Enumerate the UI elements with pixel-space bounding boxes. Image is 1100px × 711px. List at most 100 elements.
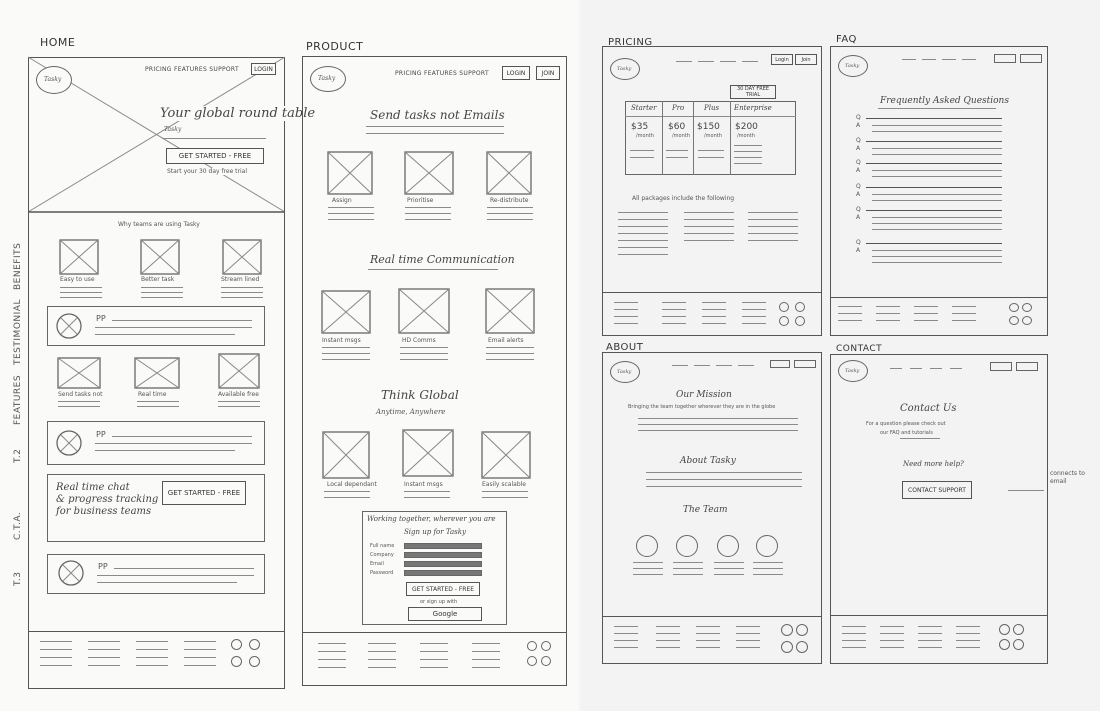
social-icon[interactable]	[1022, 316, 1032, 325]
contact-login-button[interactable]	[990, 362, 1012, 371]
plan-price: $35	[631, 122, 649, 132]
home-logo-text: Tasky	[44, 76, 62, 83]
social-icon[interactable]	[795, 316, 805, 326]
product-r3-label-2: Instant msgs	[404, 481, 443, 488]
social-icon[interactable]	[1022, 303, 1032, 312]
faq-q-label: Q	[856, 114, 861, 121]
signup-title: Working together, wherever you are	[367, 515, 496, 523]
faq-a-label: A	[856, 214, 861, 221]
social-icon[interactable]	[779, 302, 789, 312]
social-icon[interactable]	[249, 656, 260, 667]
google-signup-button[interactable]: Google	[408, 607, 482, 621]
plan-period: /month	[636, 133, 654, 139]
home-cta-button[interactable]: GET STARTED - FREE	[166, 148, 264, 164]
product-r2-label-1: Instant msgs	[322, 337, 361, 344]
home-cta-note: Start your 30 day free trial	[167, 168, 248, 175]
free-trial-badge[interactable]: 30 DAY FREE TRIAL	[730, 85, 776, 99]
email-field[interactable]	[404, 561, 482, 567]
faq-page-label: FAQ	[836, 34, 857, 45]
contact-text-1: For a question please check out	[866, 421, 946, 427]
social-icon[interactable]	[796, 624, 808, 636]
faq-q-label: Q	[856, 159, 861, 166]
about-tasky-title: About Tasky	[680, 456, 736, 466]
social-icon[interactable]	[1013, 639, 1024, 650]
social-icon[interactable]	[781, 641, 793, 653]
about-mission-title: Our Mission	[676, 390, 732, 400]
social-icon[interactable]	[1013, 624, 1024, 635]
password-field[interactable]	[404, 570, 482, 576]
testimonial-avatar-icon	[56, 313, 82, 339]
team-avatar	[756, 535, 778, 557]
home-cta-block-button[interactable]: GET STARTED - FREE	[162, 481, 246, 505]
about-team-title: The Team	[683, 505, 728, 515]
signup-subtitle: Sign up for Tasky	[404, 528, 466, 536]
social-icon[interactable]	[796, 641, 808, 653]
product-r1-label-3: Re-distribute	[490, 197, 529, 204]
left-sketch-sheet: HOME Tasky PRICING FEATURES SUPPORT LOGI…	[0, 0, 578, 711]
home-login-button[interactable]: LOGIN	[251, 63, 276, 75]
plan-price: $200	[735, 122, 758, 132]
signup-button[interactable]: GET STARTED - FREE	[406, 582, 480, 596]
company-field[interactable]	[404, 552, 482, 558]
benefit-label: Better task	[141, 276, 175, 283]
name-field[interactable]	[404, 543, 482, 549]
testimonial-avatar-icon	[56, 430, 82, 456]
product-page-label: PRODUCT	[306, 40, 364, 53]
field-label-password: Password	[370, 570, 394, 576]
social-icon[interactable]	[541, 656, 551, 666]
social-icon[interactable]	[527, 641, 537, 651]
social-icon[interactable]	[999, 639, 1010, 650]
contact-logo-text: Tasky	[845, 368, 860, 374]
product-join-button[interactable]: JOIN	[536, 66, 560, 80]
product-login-button[interactable]: LOGIN	[502, 66, 530, 80]
social-icon[interactable]	[779, 316, 789, 326]
home-nav[interactable]: PRICING FEATURES SUPPORT	[145, 66, 239, 73]
faq-q-label: Q	[856, 137, 861, 144]
side-label-benefits: BENEFITS	[13, 242, 23, 290]
field-label-email: Email	[370, 561, 384, 567]
side-label-t3: T.3	[13, 571, 23, 586]
faq-logo-text: Tasky	[845, 63, 860, 69]
social-icon[interactable]	[795, 302, 805, 312]
field-label-name: Full name	[370, 543, 395, 549]
contact-need-help: Need more help?	[903, 460, 964, 468]
product-nav[interactable]: PRICING FEATURES SUPPORT	[395, 70, 489, 77]
product-r3-label-3: Easily scalable	[482, 481, 526, 488]
contact-title: Contact Us	[900, 403, 957, 414]
about-login-button[interactable]	[770, 360, 790, 368]
pricing-join-button[interactable]: Join	[795, 54, 817, 65]
social-icon[interactable]	[1009, 303, 1019, 312]
faq-a-label: A	[856, 247, 861, 254]
social-icon[interactable]	[781, 624, 793, 636]
social-icon[interactable]	[541, 641, 551, 651]
social-icon[interactable]	[999, 624, 1010, 635]
social-icon[interactable]	[231, 639, 242, 650]
faq-a-label: A	[856, 191, 861, 198]
faq-q-label: Q	[856, 239, 861, 246]
contact-support-button[interactable]: CONTACT SUPPORT	[902, 481, 972, 499]
contact-text-2: our FAQ and tutorials	[880, 430, 933, 436]
social-icon[interactable]	[527, 656, 537, 666]
plan-period: /month	[672, 133, 690, 139]
feature-label: Send tasks not	[58, 391, 103, 398]
plan-name: Plus	[704, 104, 720, 112]
faq-q-label: Q	[856, 183, 861, 190]
about-join-button[interactable]	[794, 360, 816, 368]
product-heading-2: Real time Communication	[370, 253, 515, 266]
side-label-t2: T.2	[13, 448, 23, 463]
social-icon[interactable]	[1009, 316, 1019, 325]
side-label-cta: C.T.A.	[13, 511, 23, 540]
plan-name: Enterprise	[734, 104, 772, 112]
feature-label: Real time	[138, 391, 167, 398]
faq-title: Frequently Asked Questions	[880, 96, 1009, 106]
pricing-login-button[interactable]: Login	[771, 54, 793, 65]
social-icon[interactable]	[231, 656, 242, 667]
product-logo-text: Tasky	[318, 75, 336, 82]
social-icon[interactable]	[249, 639, 260, 650]
product-heading-3-sub: Anytime, Anywhere	[376, 408, 446, 416]
contact-join-button[interactable]	[1016, 362, 1038, 371]
benefit-label: Stream lined	[221, 276, 260, 283]
contact-annotation: connects to email	[1050, 470, 1085, 485]
faq-login-button[interactable]	[994, 54, 1016, 63]
faq-join-button[interactable]	[1020, 54, 1042, 63]
